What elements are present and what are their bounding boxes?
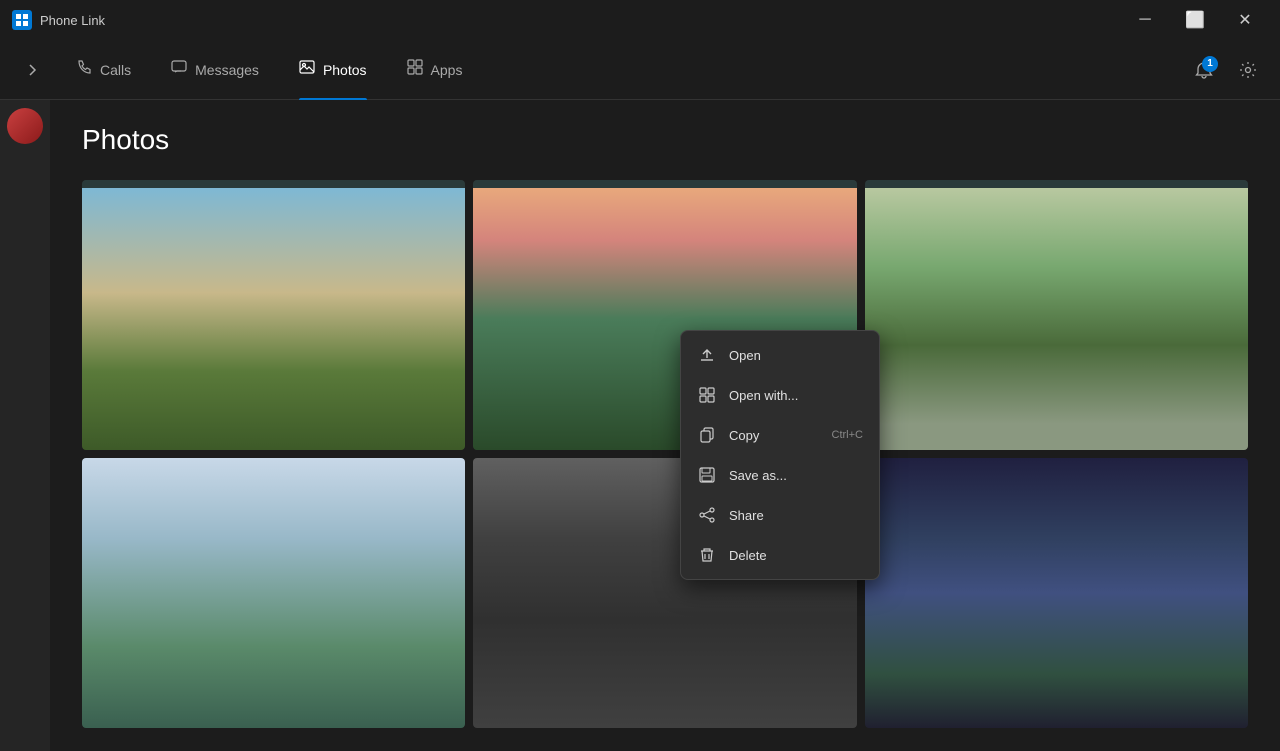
- photo-item-4[interactable]: [82, 458, 465, 728]
- photo-grid: [82, 180, 1248, 728]
- photo-item-3[interactable]: [865, 180, 1248, 450]
- nav-item-photos[interactable]: Photos: [279, 40, 387, 100]
- save-as-label: Save as...: [729, 468, 787, 483]
- open-label: Open: [729, 348, 761, 363]
- nav-item-messages[interactable]: Messages: [151, 40, 279, 100]
- nav-label-photos: Photos: [323, 62, 367, 78]
- apps-icon: [407, 59, 423, 80]
- context-menu-delete[interactable]: Delete: [681, 535, 879, 575]
- main-content: Photos: [50, 100, 1280, 751]
- context-menu-copy[interactable]: Copy Ctrl+C: [681, 415, 879, 455]
- window-controls: ─ ⬜ ✕: [1122, 4, 1268, 36]
- share-icon: [697, 505, 717, 525]
- nav-right: 1: [1188, 54, 1264, 86]
- avatar[interactable]: [7, 108, 43, 144]
- nav-item-apps[interactable]: Apps: [387, 40, 483, 100]
- notification-button[interactable]: 1: [1188, 54, 1220, 86]
- context-menu-share[interactable]: Share: [681, 495, 879, 535]
- nav-label-messages: Messages: [195, 62, 259, 78]
- messages-icon: [171, 59, 187, 80]
- context-menu-open-with[interactable]: Open with...: [681, 375, 879, 415]
- open-icon: [697, 345, 717, 365]
- delete-label: Delete: [729, 548, 767, 563]
- nav-item-calls[interactable]: Calls: [56, 40, 151, 100]
- nav-label-calls: Calls: [100, 62, 131, 78]
- app-title: Phone Link: [40, 13, 105, 28]
- context-menu-open[interactable]: Open: [681, 335, 879, 375]
- page-title: Photos: [82, 124, 1248, 156]
- copy-shortcut: Ctrl+C: [832, 429, 863, 441]
- open-with-label: Open with...: [729, 388, 798, 403]
- sidebar: [0, 100, 50, 751]
- photo-item-1[interactable]: [82, 180, 465, 450]
- open-with-icon: [697, 385, 717, 405]
- notification-badge: 1: [1202, 56, 1218, 72]
- settings-button[interactable]: [1232, 54, 1264, 86]
- nav-label-apps: Apps: [431, 62, 463, 78]
- copy-icon: [697, 425, 717, 445]
- nav-items: Calls Messages Photos: [56, 40, 1188, 100]
- photos-icon: [299, 59, 315, 80]
- title-bar-left: Phone Link: [12, 10, 105, 30]
- share-label: Share: [729, 508, 764, 523]
- maximize-button[interactable]: ⬜: [1172, 4, 1218, 36]
- photo-item-6[interactable]: [865, 458, 1248, 728]
- save-as-icon: [697, 465, 717, 485]
- context-menu-save-as[interactable]: Save as...: [681, 455, 879, 495]
- nav-bar: Calls Messages Photos: [0, 40, 1280, 100]
- context-menu: Open Open with... Copy Ctrl+C: [680, 330, 880, 580]
- close-button[interactable]: ✕: [1222, 4, 1268, 36]
- calls-icon: [76, 59, 92, 80]
- title-bar: Phone Link ─ ⬜ ✕: [0, 0, 1280, 40]
- delete-icon: [697, 545, 717, 565]
- minimize-button[interactable]: ─: [1122, 4, 1168, 36]
- copy-label: Copy: [729, 428, 759, 443]
- nav-expand-button[interactable]: [16, 54, 48, 86]
- app-icon: [12, 10, 32, 30]
